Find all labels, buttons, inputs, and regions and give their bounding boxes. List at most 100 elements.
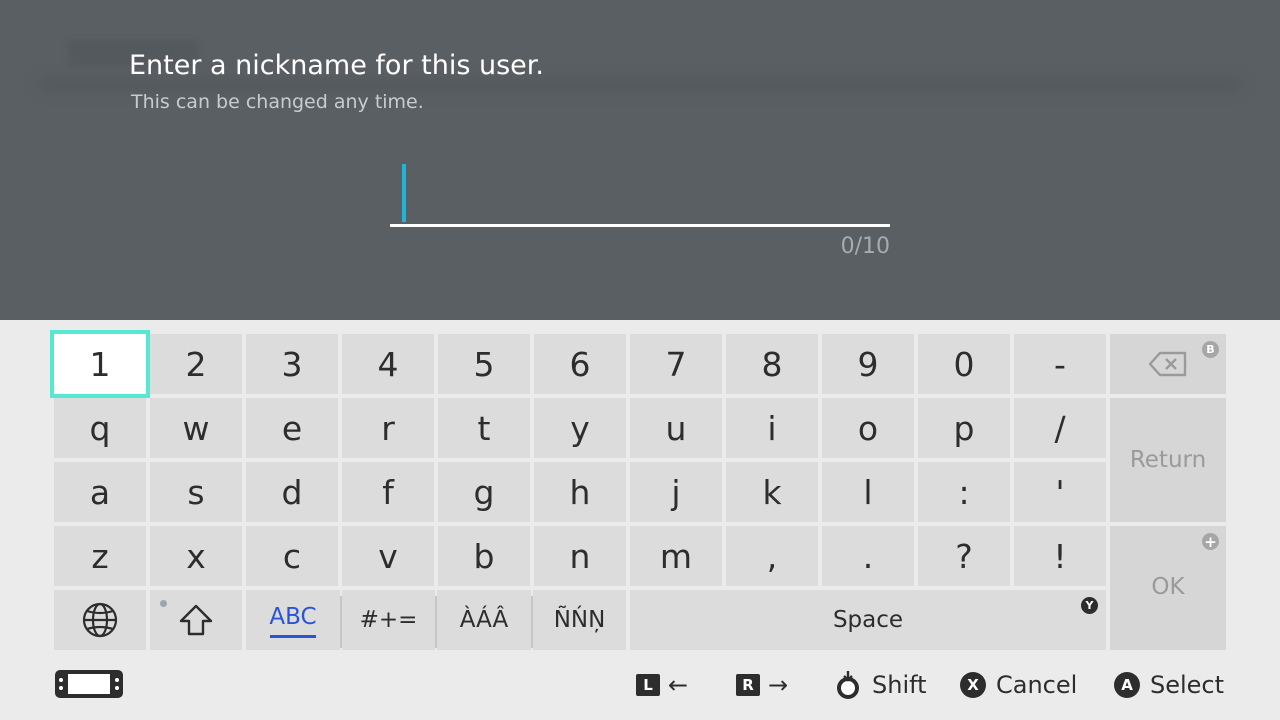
key-row3-2[interactable]: d xyxy=(246,462,338,522)
key-label: 8 xyxy=(761,344,783,384)
shift-arrow-icon xyxy=(179,604,213,636)
key-label: 9 xyxy=(857,344,879,384)
key-row3-10[interactable]: ' xyxy=(1014,462,1106,522)
abc-mode-label: ABC xyxy=(269,604,317,630)
key-label: l xyxy=(863,472,873,512)
accent-a-mode-key[interactable]: ÀÁÂ xyxy=(437,590,531,650)
abc-active-indicator xyxy=(270,635,316,638)
shift-indicator-dot xyxy=(160,600,167,607)
key-label: c xyxy=(282,536,302,576)
key-row1-6[interactable]: 7 xyxy=(630,334,722,394)
shift-hint-label: Shift xyxy=(872,671,927,699)
key-row4-3[interactable]: v xyxy=(342,526,434,586)
shift-hint[interactable]: Shift xyxy=(834,668,927,702)
key-row4-2[interactable]: c xyxy=(246,526,338,586)
character-counter: 0/10 xyxy=(840,234,890,259)
select-hint-label: Select xyxy=(1150,671,1225,699)
key-row2-10[interactable]: / xyxy=(1014,398,1106,458)
key-row3-3[interactable]: f xyxy=(342,462,434,522)
key-row2-4[interactable]: t xyxy=(438,398,530,458)
key-row3-0[interactable]: a xyxy=(54,462,146,522)
key-row4-8[interactable]: . xyxy=(822,526,914,586)
key-row1-10[interactable]: - xyxy=(1014,334,1106,394)
key-label: - xyxy=(1054,344,1066,384)
key-row3-4[interactable]: g xyxy=(438,462,530,522)
key-row1-2[interactable]: 3 xyxy=(246,334,338,394)
abc-mode-key[interactable]: ABC xyxy=(246,590,340,650)
key-row2-0[interactable]: q xyxy=(54,398,146,458)
key-row1-1[interactable]: 2 xyxy=(150,334,242,394)
key-row3-7[interactable]: k xyxy=(726,462,818,522)
key-label: t xyxy=(477,408,491,448)
key-label: b xyxy=(473,536,495,576)
key-row3-9[interactable]: : xyxy=(918,462,1010,522)
key-row2-7[interactable]: i xyxy=(726,398,818,458)
key-row1-8[interactable]: 9 xyxy=(822,334,914,394)
key-label: , xyxy=(766,536,778,576)
key-row4-9[interactable]: ? xyxy=(918,526,1010,586)
key-row4-6[interactable]: m xyxy=(630,526,722,586)
key-row3-6[interactable]: j xyxy=(630,462,722,522)
key-row4-7[interactable]: , xyxy=(726,526,818,586)
key-row3-8[interactable]: l xyxy=(822,462,914,522)
key-label: a xyxy=(89,472,111,512)
l-button-icon: L xyxy=(636,674,660,696)
key-label: . xyxy=(862,536,874,576)
key-label: : xyxy=(958,472,970,512)
key-row1-3[interactable]: 4 xyxy=(342,334,434,394)
accent-n-mode-key[interactable]: ÑŃŅ xyxy=(533,590,626,650)
accent-n-mode-label: ÑŃŅ xyxy=(553,607,606,633)
key-label: 6 xyxy=(569,344,591,384)
key-row1-4[interactable]: 5 xyxy=(438,334,530,394)
left-arrow-icon: ← xyxy=(668,671,689,699)
key-label: h xyxy=(569,472,591,512)
accent-a-mode-label: ÀÁÂ xyxy=(459,607,509,633)
key-row2-2[interactable]: e xyxy=(246,398,338,458)
key-row2-6[interactable]: u xyxy=(630,398,722,458)
symbols-mode-key[interactable]: #+= xyxy=(342,590,435,650)
page-subtitle: This can be changed any time. xyxy=(131,91,424,113)
key-row2-3[interactable]: r xyxy=(342,398,434,458)
cursor-left-hint[interactable]: L ← xyxy=(636,668,688,702)
key-row3-1[interactable]: s xyxy=(150,462,242,522)
key-row1-9[interactable]: 0 xyxy=(918,334,1010,394)
text-caret xyxy=(402,164,406,222)
key-row2-5[interactable]: y xyxy=(534,398,626,458)
x-button-icon: X xyxy=(960,672,986,698)
key-row2-8[interactable]: o xyxy=(822,398,914,458)
key-label: e xyxy=(281,408,303,448)
key-row1-7[interactable]: 8 xyxy=(726,334,818,394)
key-row4-4[interactable]: b xyxy=(438,526,530,586)
key-label: x xyxy=(186,536,206,576)
key-label: o xyxy=(857,408,879,448)
key-row4-1[interactable]: x xyxy=(150,526,242,586)
a-button-icon: A xyxy=(1114,672,1140,698)
key-row1-5[interactable]: 6 xyxy=(534,334,626,394)
key-label: r xyxy=(381,408,395,448)
cancel-hint[interactable]: X Cancel xyxy=(960,668,1077,702)
key-label: / xyxy=(1054,408,1066,448)
key-label: s xyxy=(187,472,205,512)
key-row2-1[interactable]: w xyxy=(150,398,242,458)
space-key[interactable]: Space xyxy=(630,590,1106,650)
key-row2-9[interactable]: p xyxy=(918,398,1010,458)
shift-key[interactable] xyxy=(150,590,242,650)
key-row4-0[interactable]: z xyxy=(54,526,146,586)
right-arrow-icon: → xyxy=(768,671,789,699)
handheld-mode-icon xyxy=(54,669,124,703)
key-row4-10[interactable]: ! xyxy=(1014,526,1106,586)
key-row4-5[interactable]: n xyxy=(534,526,626,586)
return-key[interactable]: Return xyxy=(1110,398,1226,522)
key-row1-0[interactable]: 1 xyxy=(50,330,150,398)
key-label: ? xyxy=(955,536,973,576)
key-label: ! xyxy=(1053,536,1067,576)
key-row3-5[interactable]: h xyxy=(534,462,626,522)
prompt-panel: Enter a nickname for this user. This can… xyxy=(0,0,1280,320)
plus-button-badge: + xyxy=(1202,533,1219,551)
globe-key[interactable] xyxy=(54,590,146,650)
key-label: n xyxy=(569,536,591,576)
key-label: ' xyxy=(1055,472,1065,512)
cursor-right-hint[interactable]: R → xyxy=(736,668,788,702)
b-button-badge: B xyxy=(1202,341,1219,358)
select-hint[interactable]: A Select xyxy=(1114,668,1224,702)
